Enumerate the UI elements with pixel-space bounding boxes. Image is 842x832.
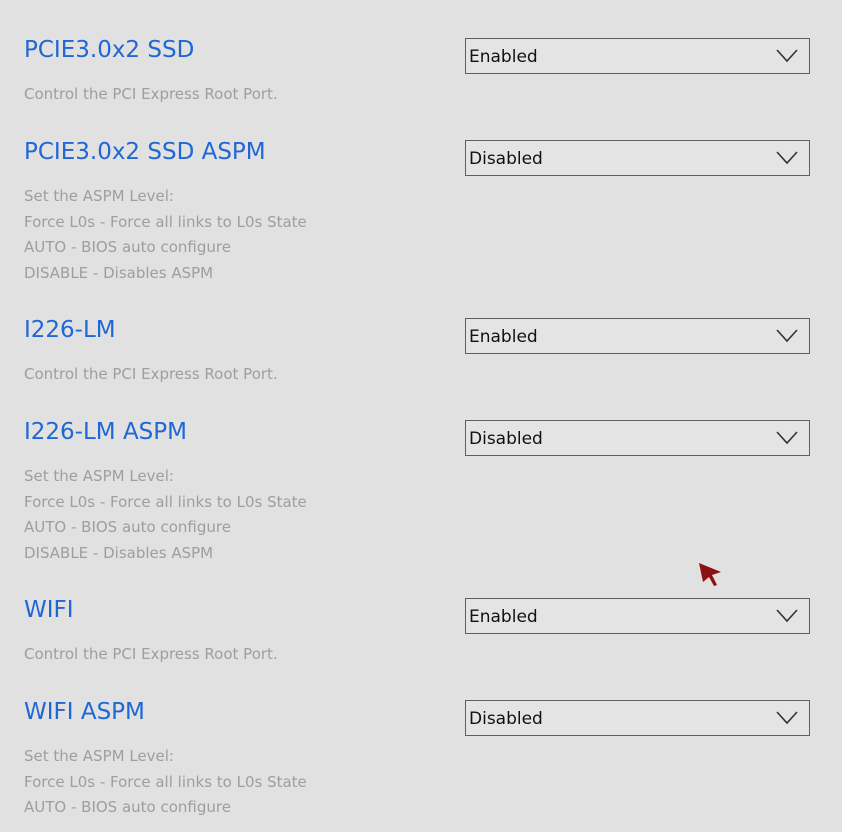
chevron-down-icon bbox=[776, 431, 798, 445]
pcie-ssd-select[interactable]: Enabled bbox=[465, 38, 810, 74]
description-line: Control the PCI Express Root Port. bbox=[24, 645, 278, 663]
setting-title: I226-LM ASPM bbox=[24, 419, 187, 445]
description-line: Control the PCI Express Root Port. bbox=[24, 85, 278, 103]
description-line: Control the PCI Express Root Port. bbox=[24, 365, 278, 383]
description-line: AUTO - BIOS auto configure bbox=[24, 238, 231, 256]
select-value: Disabled bbox=[469, 709, 543, 729]
description-line: Set the ASPM Level: bbox=[24, 467, 174, 485]
setting-description: Set the ASPM Level: Force L0s - Force al… bbox=[24, 184, 307, 286]
setting-title: PCIE3.0x2 SSD ASPM bbox=[24, 139, 266, 165]
description-line: Set the ASPM Level: bbox=[24, 187, 174, 205]
setting-title: WIFI ASPM bbox=[24, 699, 145, 725]
setting-description: Control the PCI Express Root Port. bbox=[24, 642, 278, 668]
description-line: Force L0s - Force all links to L0s State bbox=[24, 212, 307, 231]
wifi-select[interactable]: Enabled bbox=[465, 598, 810, 634]
description-line: Set the ASPM Level: bbox=[24, 747, 174, 765]
pcie-ssd-aspm-select[interactable]: Disabled bbox=[465, 140, 810, 176]
description-line: DISABLE - Disables ASPM bbox=[24, 543, 214, 562]
setting-title: WIFI bbox=[24, 597, 74, 623]
setting-description: Set the ASPM Level: Force L0s - Force al… bbox=[24, 464, 307, 566]
setting-title: I226-LM bbox=[24, 317, 116, 343]
select-value: Enabled bbox=[469, 327, 538, 347]
setting-description: Set the ASPM Level: Force L0s - Force al… bbox=[24, 744, 307, 821]
chevron-down-icon bbox=[776, 49, 798, 63]
i226-lm-aspm-select[interactable]: Disabled bbox=[465, 420, 810, 456]
chevron-down-icon bbox=[776, 151, 798, 165]
description-line: AUTO - BIOS auto configure bbox=[24, 518, 231, 536]
select-value: Disabled bbox=[469, 429, 543, 449]
wifi-aspm-select[interactable]: Disabled bbox=[465, 700, 810, 736]
setting-description: Control the PCI Express Root Port. bbox=[24, 82, 278, 108]
chevron-down-icon bbox=[776, 329, 798, 343]
select-value: Enabled bbox=[469, 47, 538, 67]
description-line: Force L0s - Force all links to L0s State bbox=[24, 492, 307, 511]
description-line: Force L0s - Force all links to L0s State bbox=[24, 772, 307, 791]
mouse-pointer-icon bbox=[699, 563, 721, 586]
i226-lm-select[interactable]: Enabled bbox=[465, 318, 810, 354]
description-line: AUTO - BIOS auto configure bbox=[24, 798, 231, 816]
setting-description: Control the PCI Express Root Port. bbox=[24, 362, 278, 388]
chevron-down-icon bbox=[776, 711, 798, 725]
setting-title: PCIE3.0x2 SSD bbox=[24, 37, 195, 63]
select-value: Enabled bbox=[469, 607, 538, 627]
chevron-down-icon bbox=[776, 609, 798, 623]
description-line: DISABLE - Disables ASPM bbox=[24, 263, 214, 282]
select-value: Disabled bbox=[469, 149, 543, 169]
